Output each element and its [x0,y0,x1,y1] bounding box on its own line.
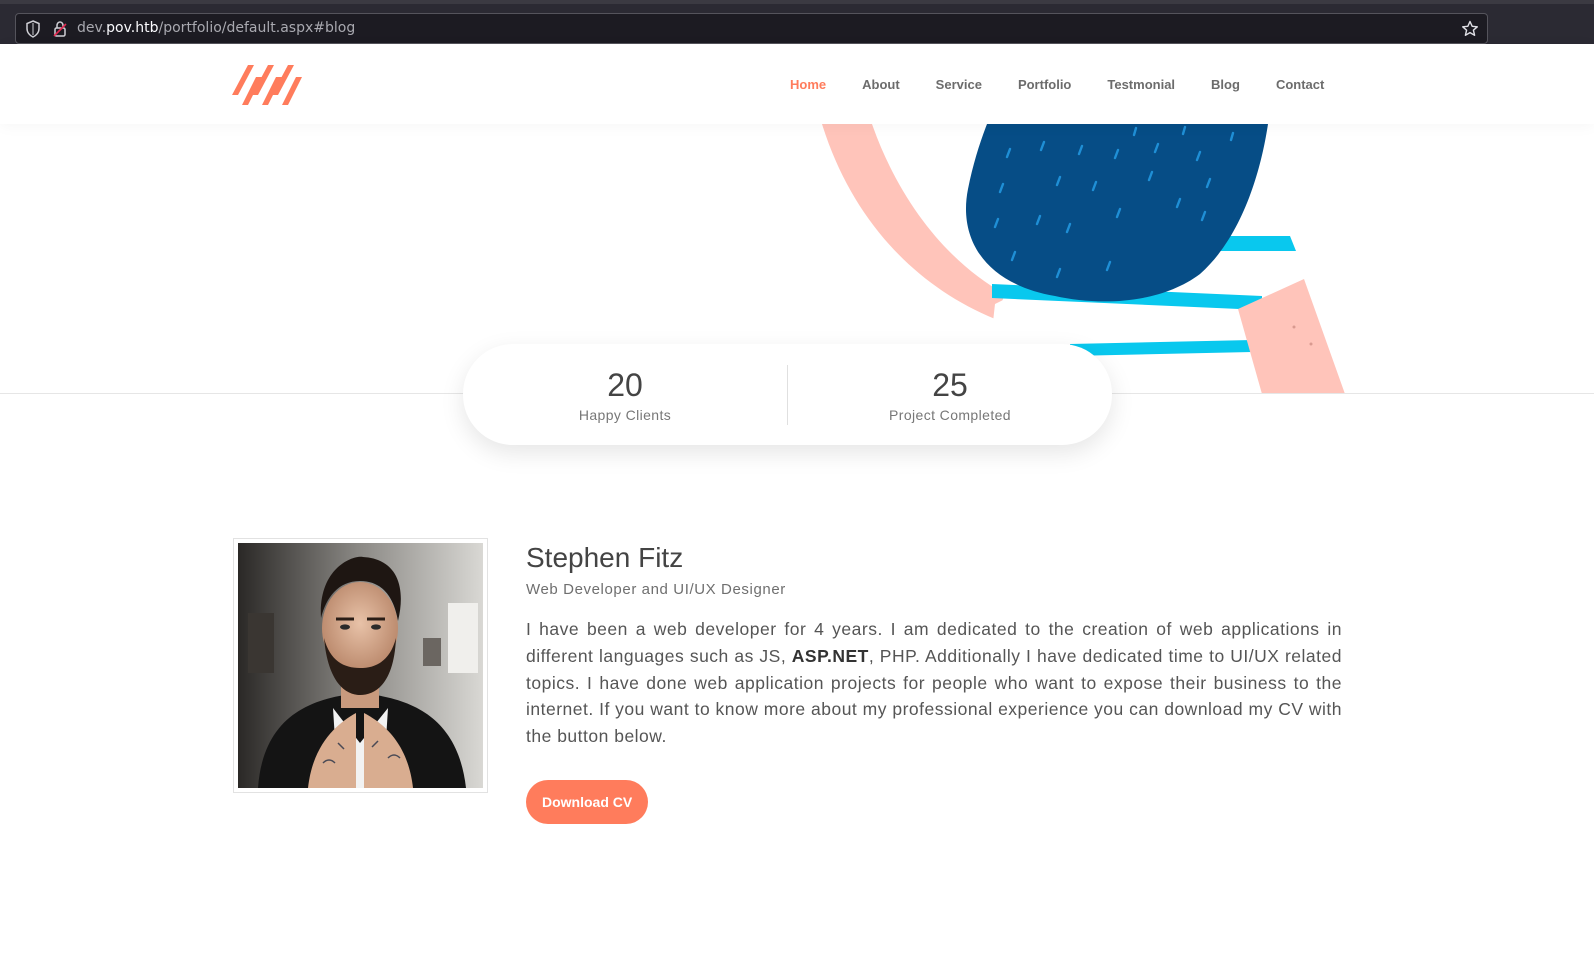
shield-icon[interactable] [25,20,41,38]
profile-bio: I have been a web developer for 4 years.… [526,616,1342,750]
profile-name: Stephen Fitz [526,542,684,573]
url-prefix: dev. [77,20,107,36]
nav-contact[interactable]: Contact [1276,77,1324,92]
site-header: Home About Service Portfolio Testmonial … [0,44,1594,124]
address-bar[interactable]: dev.pov.htb/portfolio/default.aspx#blog [15,13,1488,44]
stat-label: Happy Clients [578,407,672,423]
nav-testimonial[interactable]: Testmonial [1107,77,1175,92]
download-cv-button[interactable]: Download CV [526,779,649,824]
stats-card: 20 Happy Clients 25 Project Completed [463,344,1112,445]
bookmark-star-icon[interactable] [1461,20,1479,38]
stat-happy-clients: 20 Happy Clients [463,344,787,445]
nav-about[interactable]: About [862,77,900,92]
bio-highlight: ASP.NET [791,645,869,666]
nav-blog[interactable]: Blog [1211,77,1240,92]
profile-section: Stephen Fitz Web Developer and UI/UX Des… [526,540,1342,824]
url-host: pov.htb [106,20,159,36]
stat-number: 25 [932,367,968,403]
nav-portfolio[interactable]: Portfolio [1018,77,1071,92]
stat-label: Project Completed [889,407,1011,423]
profile-photo [238,543,483,788]
browser-toolbar: dev.pov.htb/portfolio/default.aspx#blog [0,0,1594,44]
main-nav: Home About Service Portfolio Testmonial … [790,44,1324,124]
profile-role: Web Developer and UI/UX Designer [526,581,786,598]
nav-home[interactable]: Home [790,77,826,92]
site-logo[interactable] [232,65,308,105]
stat-number: 20 [607,367,643,403]
url-path: /portfolio/default.aspx#blog [158,20,356,36]
nav-service[interactable]: Service [936,77,982,92]
url-text[interactable]: dev.pov.htb/portfolio/default.aspx#blog [77,20,355,36]
insecure-lock-icon[interactable] [53,20,67,38]
profile-photo-frame [233,538,488,793]
stat-projects-completed: 25 Project Completed [788,344,1112,445]
